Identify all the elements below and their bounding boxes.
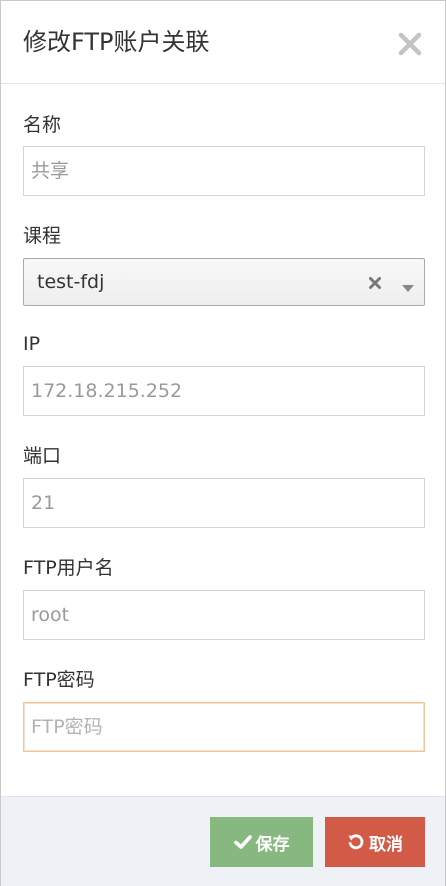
close-icon (398, 32, 422, 56)
cancel-button[interactable]: 取消 (325, 817, 425, 867)
clear-icon[interactable] (368, 275, 382, 289)
undo-icon (347, 833, 365, 851)
save-label: 保存 (255, 834, 290, 855)
ftp-dialog: 修改FTP账户关联 名称 课程 test-fdj IP 端口 FTP用户名 FT (0, 0, 446, 886)
ftp-password-input[interactable] (23, 702, 425, 752)
port-label: 端口 (23, 445, 62, 467)
course-selected-value: test-fdj (37, 271, 105, 293)
name-input[interactable] (23, 146, 425, 196)
save-button[interactable]: 保存 (210, 817, 313, 867)
dialog-header: 修改FTP账户关联 (1, 1, 445, 84)
close-button[interactable] (397, 31, 423, 57)
name-label: 名称 (23, 114, 62, 136)
cancel-label: 取消 (369, 834, 403, 855)
ip-input[interactable] (23, 366, 425, 416)
dialog-footer: 保存 取消 (1, 796, 445, 886)
ftp-username-label: FTP用户名 (23, 557, 114, 579)
course-label: 课程 (23, 225, 62, 247)
port-input[interactable] (23, 478, 425, 528)
ftp-password-label: FTP密码 (23, 669, 95, 691)
dialog-title: 修改FTP账户关联 (23, 28, 210, 56)
check-icon (233, 833, 252, 851)
course-select[interactable]: test-fdj (23, 258, 425, 306)
ftp-username-input[interactable] (23, 590, 425, 640)
ip-label: IP (23, 333, 41, 355)
chevron-down-icon[interactable] (402, 278, 414, 292)
